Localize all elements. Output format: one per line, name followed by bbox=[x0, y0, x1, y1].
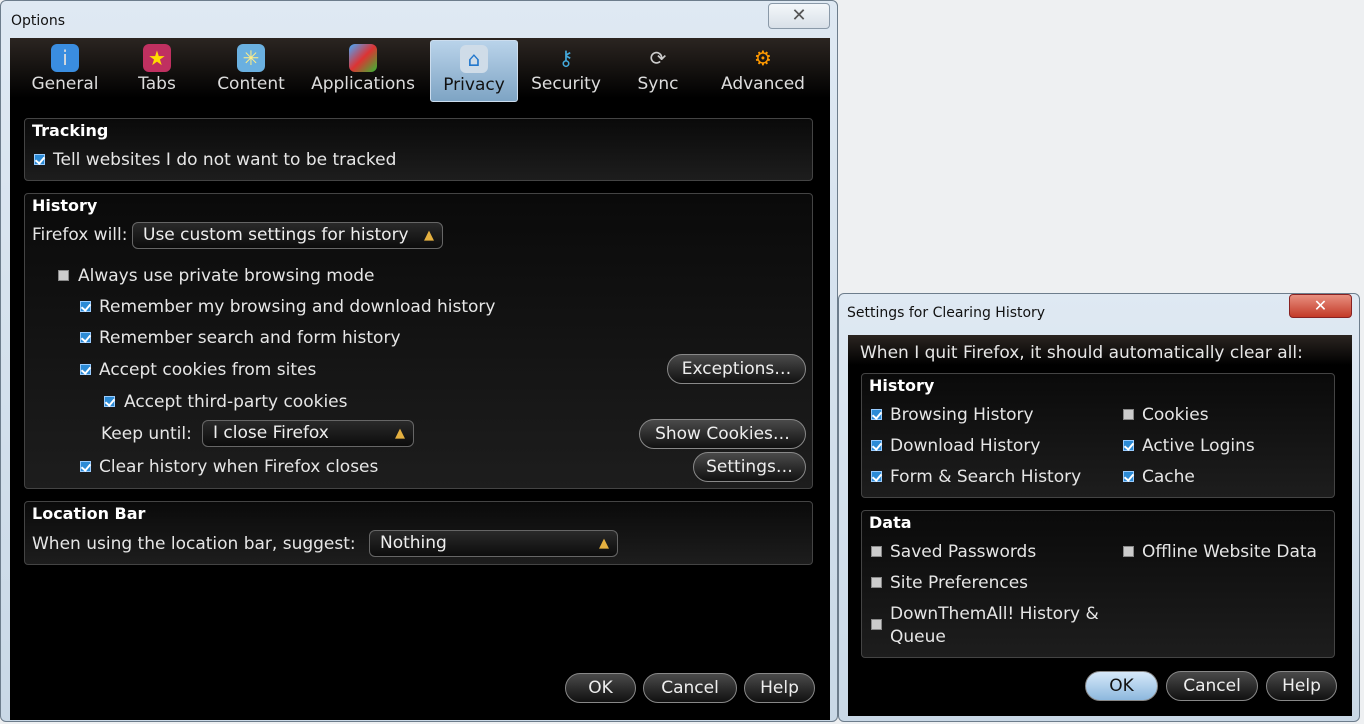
tab-label: Advanced bbox=[721, 74, 805, 94]
dropdown-arrow-icon: ▲ bbox=[424, 228, 434, 243]
dropdown-arrow-icon: ▲ bbox=[599, 536, 609, 551]
cookies-label: Cookies bbox=[1142, 405, 1209, 425]
form-label: Form & Search History bbox=[890, 467, 1082, 487]
clear-help-button[interactable]: Help bbox=[1266, 671, 1337, 701]
tab-label: Security bbox=[531, 74, 601, 94]
dta-label-line1: DownThemAll! History & bbox=[890, 604, 1099, 624]
third-party-checkbox[interactable] bbox=[104, 396, 115, 407]
tab-general[interactable]: i General bbox=[22, 40, 108, 102]
offline-label: Offline Website Data bbox=[1142, 542, 1317, 562]
tab-security[interactable]: ⚷ Security bbox=[526, 40, 606, 102]
cache-label: Cache bbox=[1142, 467, 1195, 487]
dnt-checkbox[interactable] bbox=[34, 154, 45, 165]
window-title: Options bbox=[11, 13, 66, 29]
accept-cookies-label: Accept cookies from sites bbox=[99, 360, 317, 380]
sync-icon: ⟳ bbox=[649, 46, 667, 70]
tab-content[interactable]: ✳ Content bbox=[208, 40, 294, 102]
site-prefs-label: Site Preferences bbox=[890, 573, 1029, 593]
dropdown-arrow-icon: ▲ bbox=[395, 426, 405, 441]
clear-data-header: Data bbox=[869, 513, 912, 532]
tab-advanced[interactable]: ⚙ Advanced bbox=[710, 40, 816, 102]
browsing-checkbox[interactable] bbox=[871, 409, 882, 420]
tab-label: Applications bbox=[311, 74, 415, 94]
remember-search-checkbox[interactable] bbox=[80, 332, 91, 343]
private-checkbox[interactable] bbox=[58, 270, 69, 281]
clear-on-close-label: Clear history when Firefox closes bbox=[99, 457, 379, 477]
remember-browsing-label: Remember my browsing and download histor… bbox=[99, 297, 496, 317]
browsing-label: Browsing History bbox=[890, 405, 1034, 425]
tab-label: Privacy bbox=[443, 75, 505, 95]
cancel-button[interactable]: Cancel bbox=[643, 673, 737, 703]
history-header: History bbox=[32, 196, 98, 215]
keep-until-label: Keep until: bbox=[101, 424, 192, 444]
ok-button[interactable]: OK bbox=[565, 673, 636, 703]
keep-until-select[interactable]: I close Firefox ▲ bbox=[202, 420, 414, 447]
help-button[interactable]: Help bbox=[744, 673, 815, 703]
history-mode-value: Use custom settings for history bbox=[143, 225, 409, 245]
applications-icon bbox=[349, 44, 377, 72]
tab-tabs[interactable]: ★ Tabs bbox=[124, 40, 190, 102]
download-label: Download History bbox=[890, 436, 1041, 456]
tab-label: Sync bbox=[637, 74, 679, 94]
tab-label: Tabs bbox=[138, 74, 176, 94]
logins-checkbox[interactable] bbox=[1123, 440, 1134, 451]
dta-checkbox[interactable] bbox=[871, 619, 882, 630]
show-cookies-button[interactable]: Show Cookies… bbox=[639, 419, 806, 449]
settings-button[interactable]: Settings… bbox=[693, 452, 806, 482]
clear-intro: When I quit Firefox, it should automatic… bbox=[860, 343, 1303, 363]
general-icon: i bbox=[51, 44, 79, 72]
close-button[interactable]: ✕ bbox=[768, 3, 830, 29]
exceptions-button[interactable]: Exceptions… bbox=[667, 354, 806, 384]
clear-close-button[interactable]: ✕ bbox=[1289, 294, 1352, 318]
form-checkbox[interactable] bbox=[871, 471, 882, 482]
private-label: Always use private browsing mode bbox=[78, 266, 375, 286]
dnt-label: Tell websites I do not want to be tracke… bbox=[53, 150, 397, 170]
passwords-label: Saved Passwords bbox=[890, 542, 1037, 562]
suggest-select[interactable]: Nothing ▲ bbox=[369, 530, 618, 557]
site-prefs-checkbox[interactable] bbox=[871, 577, 882, 588]
tabs-icon: ★ bbox=[143, 44, 171, 72]
tab-label: Content bbox=[217, 74, 285, 94]
suggest-label: When using the location bar, suggest: bbox=[32, 534, 356, 554]
cookies-checkbox[interactable] bbox=[1123, 409, 1134, 420]
security-icon: ⚷ bbox=[558, 46, 574, 70]
cache-checkbox[interactable] bbox=[1123, 471, 1134, 482]
privacy-icon: ⌂ bbox=[460, 45, 488, 73]
clear-on-close-checkbox[interactable] bbox=[80, 461, 91, 472]
firefox-will-label: Firefox will: bbox=[32, 225, 128, 245]
keep-until-value: I close Firefox bbox=[213, 423, 329, 443]
logins-label: Active Logins bbox=[1142, 436, 1255, 456]
clear-history-header: History bbox=[869, 376, 935, 395]
tab-privacy[interactable]: ⌂ Privacy bbox=[430, 40, 518, 102]
suggest-value: Nothing bbox=[380, 533, 447, 553]
content-icon: ✳ bbox=[237, 44, 265, 72]
download-checkbox[interactable] bbox=[871, 440, 882, 451]
history-mode-select[interactable]: Use custom settings for history ▲ bbox=[132, 222, 443, 249]
tab-label: General bbox=[31, 74, 99, 94]
offline-checkbox[interactable] bbox=[1123, 546, 1134, 557]
passwords-checkbox[interactable] bbox=[871, 546, 882, 557]
tab-applications[interactable]: Applications bbox=[306, 40, 420, 102]
dta-label-line2: Queue bbox=[890, 627, 946, 647]
clear-window-title: Settings for Clearing History bbox=[847, 305, 1046, 321]
remember-browsing-checkbox[interactable] bbox=[80, 301, 91, 312]
accept-cookies-checkbox[interactable] bbox=[80, 364, 91, 375]
location-header: Location Bar bbox=[32, 504, 146, 523]
advanced-icon: ⚙ bbox=[754, 46, 772, 70]
remember-search-label: Remember search and form history bbox=[99, 328, 401, 348]
clear-ok-button[interactable]: OK bbox=[1085, 671, 1158, 701]
tracking-header: Tracking bbox=[32, 121, 109, 140]
third-party-label: Accept third-party cookies bbox=[124, 392, 348, 412]
clear-cancel-button[interactable]: Cancel bbox=[1166, 671, 1258, 701]
tab-sync[interactable]: ⟳ Sync bbox=[628, 40, 688, 102]
